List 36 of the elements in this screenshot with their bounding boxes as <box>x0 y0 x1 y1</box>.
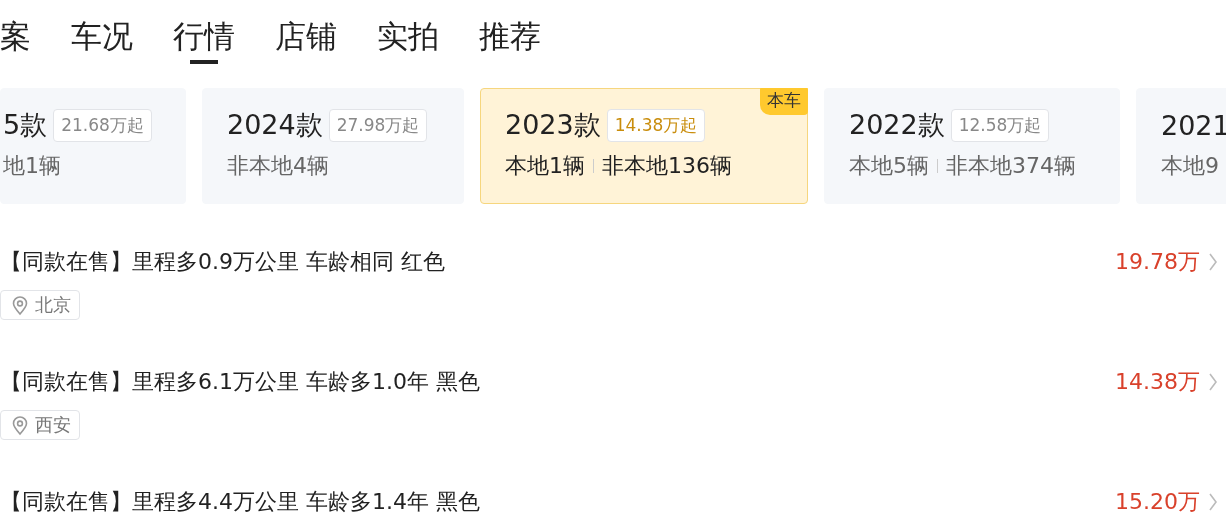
year-label: 5款 <box>3 108 48 142</box>
count-label: 本地9 <box>1161 152 1219 180</box>
chevron-right-icon[interactable] <box>1208 492 1218 512</box>
count-label: 非本地136辆 <box>602 152 732 180</box>
count-label: 本地5辆 <box>849 152 929 180</box>
location-tag: 北京 <box>0 290 80 320</box>
tab[interactable]: 店铺 <box>275 14 337 64</box>
chevron-right-icon[interactable] <box>1208 252 1218 272</box>
year-card[interactable]: 2024款 27.98万起 非本地4辆 <box>202 88 464 204</box>
listing-title[interactable]: 【同款在售】里程多0.9万公里 车龄相同 红色 <box>0 247 1115 277</box>
count-label: 非本地4辆 <box>227 152 329 180</box>
year-card[interactable]: 2023款 14.38万起 本地1辆 非本地136辆 本车 <box>480 88 808 204</box>
chevron-right-icon[interactable] <box>1208 372 1218 392</box>
year-label: 2024款 <box>227 108 323 142</box>
year-label: 2022款 <box>849 108 945 142</box>
count-label: 地1辆 <box>3 152 61 180</box>
location-tag: 西安 <box>0 410 80 440</box>
price-tag: 21.68万起 <box>53 108 152 142</box>
price-tag: 12.58万起 <box>950 108 1050 142</box>
price-tag: 14.38万起 <box>606 108 706 142</box>
listing-price: 15.20万 <box>1115 488 1200 516</box>
listing-price: 19.78万 <box>1115 248 1200 276</box>
listing-title[interactable]: 【同款在售】里程多4.4万公里 车龄多1.4年 黑色 <box>0 487 1115 517</box>
count-label: 本地1辆 <box>505 152 585 180</box>
count-label: 非本地374辆 <box>946 152 1076 180</box>
tab[interactable]: 车况 <box>71 14 133 64</box>
tab[interactable]: 实拍 <box>377 14 439 64</box>
listing-price: 14.38万 <box>1115 368 1200 396</box>
tab[interactable]: 推荐 <box>479 14 541 64</box>
year-label: 2023款 <box>505 108 601 142</box>
year-card[interactable]: 2022款 12.58万起 本地5辆 非本地374辆 <box>824 88 1120 204</box>
current-car-badge: 本车 <box>760 88 808 115</box>
price-tag: 27.98万起 <box>328 108 428 142</box>
listing-title[interactable]: 【同款在售】里程多6.1万公里 车龄多1.0年 黑色 <box>0 367 1115 397</box>
year-card[interactable]: 5款 21.68万起 地1辆 <box>0 88 186 204</box>
tab[interactable]: 案 <box>0 14 31 64</box>
